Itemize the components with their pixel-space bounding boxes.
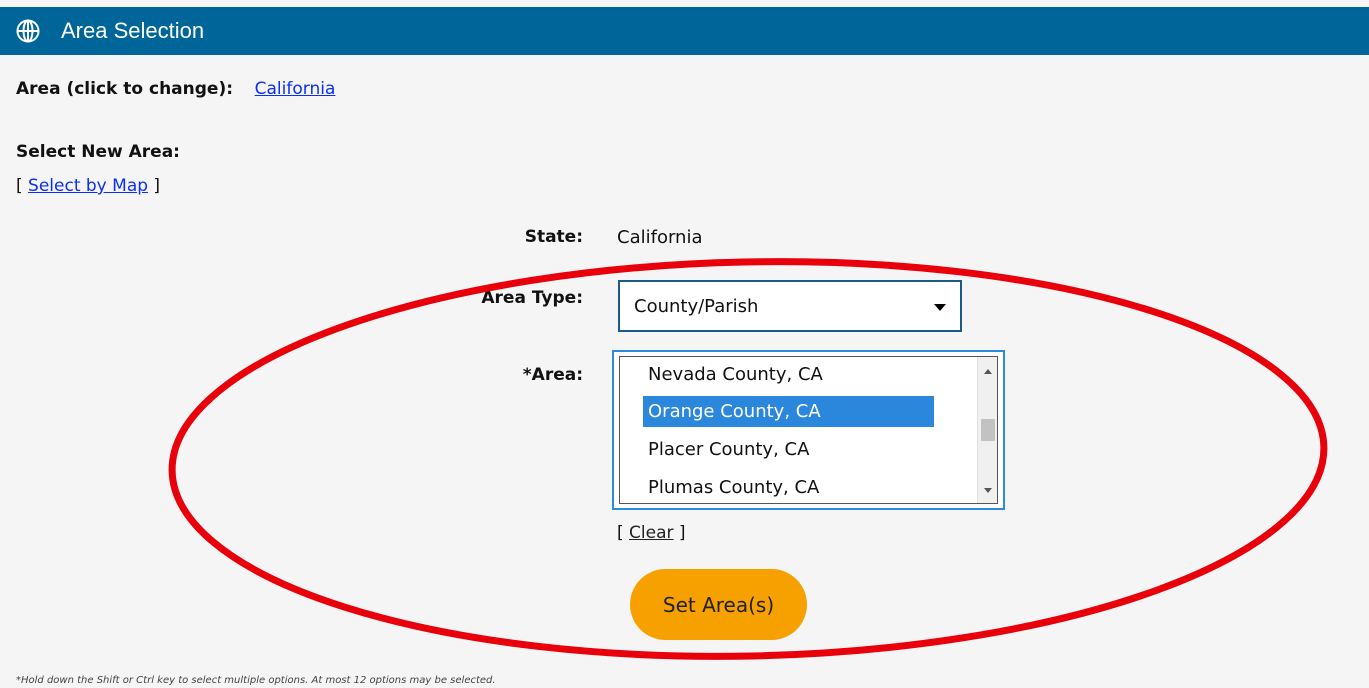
listbox-scrollbar[interactable] xyxy=(977,357,997,503)
area-type-selected-value: County/Parish xyxy=(634,296,759,317)
select-by-map-row: [ Select by Map ] xyxy=(16,175,160,197)
area-listbox-inner: Nevada County, CA Orange County, CA Plac… xyxy=(619,356,998,504)
area-type-label: Area Type: xyxy=(481,288,583,308)
current-area-label: Area (click to change): xyxy=(16,79,234,99)
area-listbox[interactable]: Nevada County, CA Orange County, CA Plac… xyxy=(612,350,1005,510)
state-label: State: xyxy=(524,227,583,247)
bracket-close: ] xyxy=(673,523,686,543)
area-option[interactable]: Placer County, CA xyxy=(643,434,934,465)
bracket-open: [ xyxy=(16,176,29,196)
scroll-down-arrow-icon[interactable] xyxy=(984,488,992,493)
clear-link[interactable]: Clear xyxy=(629,523,673,543)
area-label: *Area: xyxy=(522,365,583,385)
clear-row: [ Clear ] xyxy=(617,522,686,544)
globe-icon xyxy=(16,19,40,43)
set-areas-button[interactable]: Set Area(s) xyxy=(630,569,807,640)
current-area-link[interactable]: California xyxy=(255,79,336,99)
area-option[interactable]: Plumas County, CA xyxy=(643,472,934,503)
bracket-close: ] xyxy=(148,176,161,196)
header-bar: Area Selection xyxy=(0,7,1369,55)
area-type-select[interactable]: County/Parish xyxy=(618,280,962,332)
state-value: California xyxy=(617,227,703,248)
chevron-down-icon xyxy=(934,304,946,311)
bracket-open: [ xyxy=(617,523,630,543)
current-area-row: Area (click to change): California xyxy=(16,78,335,100)
scrollbar-thumb[interactable] xyxy=(981,419,995,441)
area-option[interactable]: Nevada County, CA xyxy=(643,359,934,390)
select-by-map-link[interactable]: Select by Map xyxy=(28,176,148,196)
page-title: Area Selection xyxy=(61,18,205,43)
footnote: *Hold down the Shift or Ctrl key to sele… xyxy=(16,675,496,686)
area-option-selected[interactable]: Orange County, CA xyxy=(643,396,934,427)
scroll-up-arrow-icon[interactable] xyxy=(984,369,992,374)
select-new-area-heading: Select New Area: xyxy=(16,142,180,162)
